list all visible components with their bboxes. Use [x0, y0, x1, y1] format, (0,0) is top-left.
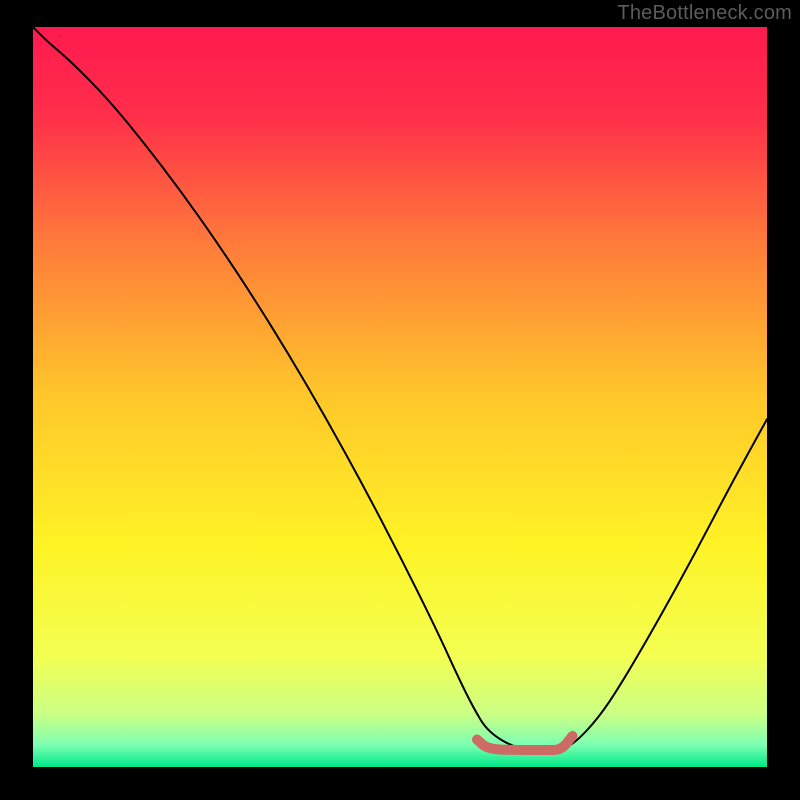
plot-background — [33, 27, 767, 767]
watermark-text: TheBottleneck.com — [617, 2, 792, 25]
chart-frame: TheBottleneck.com — [0, 0, 800, 800]
optimal-range-dot — [472, 735, 482, 745]
chart-svg — [0, 0, 800, 800]
